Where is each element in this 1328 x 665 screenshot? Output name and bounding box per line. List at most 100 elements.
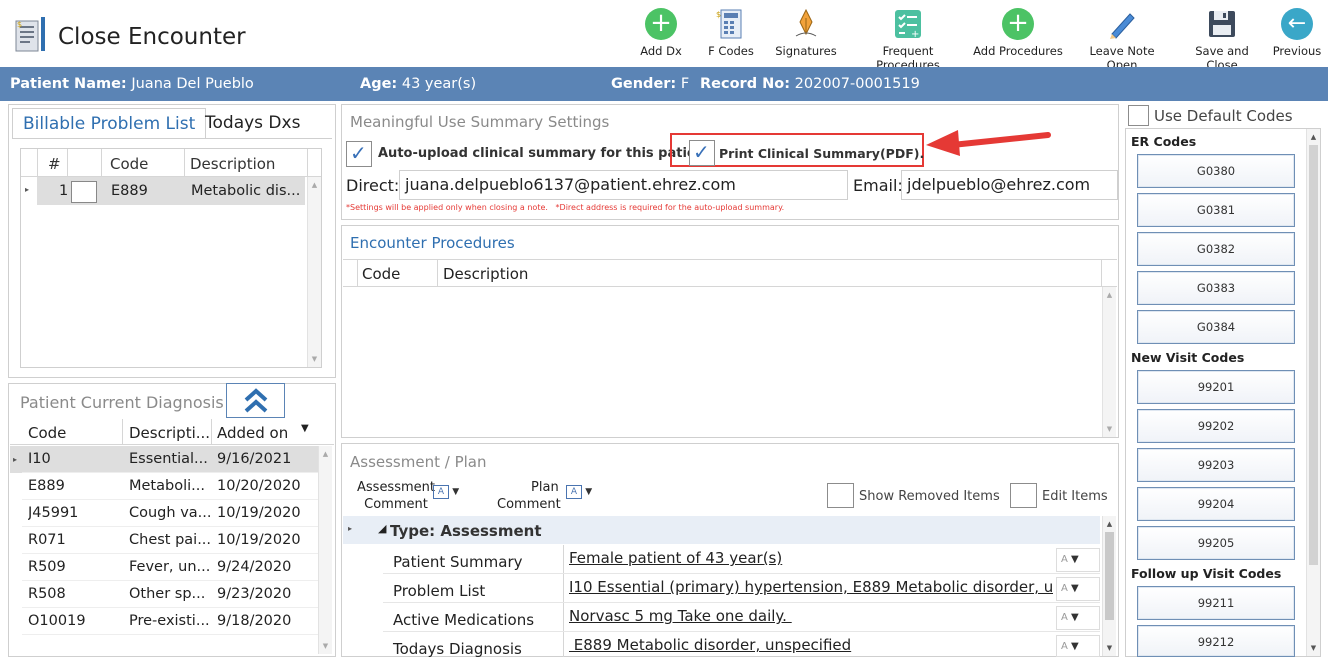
use-default-codes-checkbox[interactable] — [1128, 105, 1149, 126]
code-button-99212[interactable]: 99212 — [1137, 625, 1295, 657]
add-procedures-button[interactable]: + Add Procedures — [973, 8, 1063, 64]
assessment-comment-dropdown[interactable]: A ▼ — [433, 485, 473, 507]
table-row[interactable]: 1 E889 Metabolic dis... — [37, 177, 305, 205]
scrollbar-thumb[interactable] — [1309, 145, 1318, 565]
assessment-row[interactable]: Patient Summary Female patient of 43 yea… — [383, 545, 1100, 574]
row-format-dropdown[interactable]: A ▼ — [1056, 635, 1100, 657]
table-row[interactable]: O10019 Pre-existi... 9/18/2020 — [22, 608, 319, 635]
col-description: Descripti... — [129, 424, 211, 442]
scrollbar-thumb[interactable] — [1105, 532, 1114, 620]
edit-items-checkbox[interactable] — [1010, 483, 1037, 508]
leave-note-open-button[interactable]: Leave Note Open — [1074, 8, 1170, 72]
assessment-group-header[interactable]: ▸ ◢ Type: Assessment — [343, 516, 1100, 544]
settings-note: *Settings will be applied only when clos… — [346, 203, 785, 212]
use-default-codes-label: Use Default Codes — [1154, 107, 1293, 125]
chevron-down-icon: ▼ — [1071, 583, 1079, 594]
table-row[interactable]: I10 Essential... 9/16/2021 — [22, 446, 319, 473]
er-codes-label: ER Codes — [1131, 134, 1197, 149]
table-row[interactable]: R508 Other sp... 9/23/2020 — [22, 581, 319, 608]
scroll-up-icon[interactable]: ▲ — [1309, 133, 1318, 141]
print-summary-checkbox[interactable]: ✓ — [689, 140, 715, 166]
assessment-row[interactable]: Todays Diagnosis E889 Metabolic disorder… — [383, 632, 1100, 658]
diagnosis-scrollbar[interactable]: ▲ ▼ — [318, 446, 332, 654]
row-format-dropdown[interactable]: A ▼ — [1056, 548, 1100, 572]
plus-circle-icon: + — [1002, 8, 1034, 40]
scroll-up-icon[interactable]: ▲ — [310, 181, 319, 189]
calculator-icon: $ — [716, 9, 742, 39]
frequent-procedures-button[interactable]: + Frequent Procedures — [850, 8, 966, 72]
col-description: Description — [443, 265, 529, 283]
collapse-group-icon[interactable]: ◢ — [378, 522, 386, 535]
row-pointer-icon: ▸ — [13, 455, 18, 464]
col-description: Description — [190, 155, 276, 173]
signatures-button[interactable]: Signatures — [775, 8, 837, 64]
scroll-down-icon[interactable]: ▼ — [310, 355, 319, 363]
patient-record-no: Record No: 202007-0001519 — [700, 76, 920, 92]
code-button-g0384[interactable]: G0384 — [1137, 310, 1295, 344]
table-row[interactable]: R071 Chest pai... 10/19/2020 — [22, 527, 319, 554]
codes-scrollbar[interactable]: ▲ ▼ — [1306, 129, 1320, 656]
scroll-up-icon[interactable]: ▲ — [321, 450, 330, 458]
row-format-dropdown[interactable]: A ▼ — [1056, 577, 1100, 601]
text-format-icon: A — [1061, 641, 1068, 652]
previous-button[interactable]: ← Previous — [1272, 8, 1322, 64]
code-button-g0381[interactable]: G0381 — [1137, 193, 1295, 227]
row-checkbox[interactable] — [71, 181, 97, 203]
code-button-g0382[interactable]: G0382 — [1137, 232, 1295, 266]
svg-text:$: $ — [17, 20, 22, 29]
code-button-99203[interactable]: 99203 — [1137, 448, 1295, 482]
code-button-99202[interactable]: 99202 — [1137, 409, 1295, 443]
scroll-up-icon[interactable]: ▲ — [1105, 291, 1114, 299]
code-button-99211[interactable]: 99211 — [1137, 586, 1295, 620]
problem-list-scrollbar[interactable]: ▲ ▼ — [307, 177, 321, 367]
pen-nib-icon — [795, 8, 817, 37]
code-button-g0380[interactable]: G0380 — [1137, 154, 1295, 188]
checkmark-icon: ✓ — [693, 140, 710, 164]
text-format-icon: A — [1061, 612, 1068, 623]
tab-todays-dxs[interactable]: Todays Dxs — [195, 108, 310, 138]
follow-up-codes-label: Follow up Visit Codes — [1131, 566, 1282, 581]
chevron-down-icon: ▼ — [452, 487, 460, 497]
scroll-down-icon[interactable]: ▼ — [1105, 425, 1114, 433]
row-pointer-icon: ▸ — [25, 185, 30, 194]
tab-billable-problem-list[interactable]: Billable Problem List — [12, 108, 207, 138]
email-field[interactable]: jdelpueblo@ehrez.com — [901, 170, 1118, 200]
assessment-scrollbar[interactable]: ▲ ▼ — [1102, 516, 1116, 656]
direct-address-field[interactable]: juana.delpueblo6137@patient.ehrez.com — [399, 170, 848, 200]
procedures-scrollbar[interactable]: ▲ ▼ — [1102, 287, 1116, 437]
show-removed-items-checkbox[interactable] — [827, 483, 854, 508]
diagnosis-grid-header: Code Descripti... Added on ▼ — [10, 419, 334, 445]
scroll-down-icon[interactable]: ▼ — [1105, 644, 1114, 652]
assessment-row[interactable]: Problem List I10 Essential (primary) hyp… — [383, 574, 1100, 603]
scroll-down-icon[interactable]: ▼ — [321, 642, 330, 650]
f-codes-button[interactable]: $ F Codes — [703, 8, 759, 64]
patient-age: Age: 43 year(s) — [360, 76, 477, 92]
scroll-up-icon[interactable]: ▲ — [1105, 520, 1114, 528]
table-row[interactable]: E889 Metaboli... 10/20/2020 — [22, 473, 319, 500]
floppy-disk-icon — [1209, 11, 1235, 37]
patient-name: Patient Name: Juana Del Pueblo — [10, 76, 254, 92]
code-button-99201[interactable]: 99201 — [1137, 370, 1295, 404]
checklist-icon: + — [895, 10, 921, 40]
header: $ Close Encounter + Add Dx $ F Codes Sig… — [0, 0, 1328, 72]
chevron-down-icon: ▼ — [1071, 641, 1079, 652]
code-button-99204[interactable]: 99204 — [1137, 487, 1295, 521]
table-row[interactable]: R509 Fever, un... 9/24/2020 — [22, 554, 319, 581]
collapse-button[interactable] — [226, 383, 285, 418]
assessment-row[interactable]: Active Medications Norvasc 5 mg Take one… — [383, 603, 1100, 632]
print-summary-label: Print Clinical Summary(PDF). — [719, 146, 925, 161]
code-button-99205[interactable]: 99205 — [1137, 526, 1295, 560]
sort-dropdown-icon[interactable]: ▼ — [301, 423, 309, 434]
close-encounter-app-icon: $ — [15, 17, 45, 52]
svg-text:+: + — [911, 29, 919, 40]
col-code: Code — [362, 265, 401, 283]
table-row[interactable]: J45991 Cough va... 10/19/2020 — [22, 500, 319, 527]
add-dx-button[interactable]: + Add Dx — [636, 8, 686, 64]
show-removed-items-label: Show Removed Items — [859, 489, 1000, 504]
code-button-g0383[interactable]: G0383 — [1137, 271, 1295, 305]
auto-upload-checkbox[interactable]: ✓ — [346, 141, 372, 167]
save-and-close-button[interactable]: Save and Close — [1180, 8, 1264, 72]
plan-comment-dropdown[interactable]: A ▼ — [566, 485, 606, 507]
row-format-dropdown[interactable]: A ▼ — [1056, 606, 1100, 630]
scroll-down-icon[interactable]: ▼ — [1309, 644, 1318, 652]
